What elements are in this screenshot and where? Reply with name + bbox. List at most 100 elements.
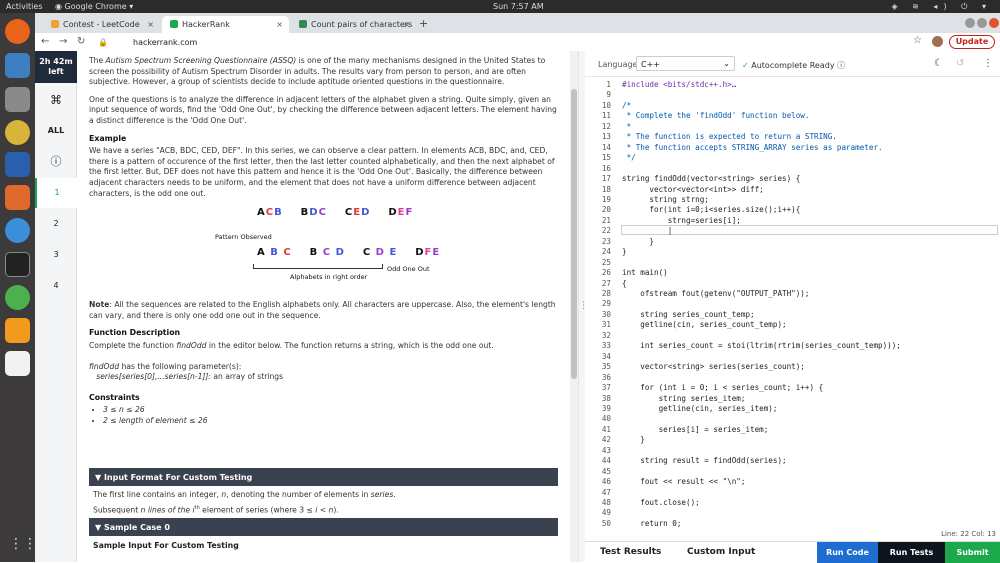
code-line[interactable]: getline(cin, series_item);: [622, 404, 778, 413]
code-line[interactable]: series[i] = series_item;: [622, 425, 769, 434]
tab-hackerrank[interactable]: HackerRank ×: [162, 16, 289, 33]
code-line[interactable]: int main(): [622, 268, 668, 277]
code-line[interactable]: string findOdd(vector<string> series) {: [622, 174, 800, 183]
code-line[interactable]: string series_item;: [622, 394, 746, 403]
code-line[interactable]: fout << result << "\n";: [622, 477, 745, 486]
line-number: 41: [601, 424, 611, 434]
code-line[interactable]: *: [622, 122, 632, 131]
close-window-icon[interactable]: [989, 18, 999, 28]
info-icon[interactable]: ⓘ: [837, 61, 845, 70]
line-number: 48: [601, 498, 611, 507]
line-number: 26: [601, 268, 611, 278]
text: ).: [333, 505, 339, 515]
tab-label: HackerRank: [182, 20, 230, 29]
leetcode-favicon-icon: [51, 20, 59, 28]
code-line[interactable]: for(int i=0;i<series.size();i++){: [622, 205, 800, 214]
code-line[interactable]: ofstream fout(getenv("OUTPUT_PATH"));: [622, 289, 809, 298]
libreoffice-draw-icon[interactable]: [5, 351, 30, 376]
code-line[interactable]: vector<string> series(series_count);: [622, 362, 805, 371]
code-line[interactable]: int series_count = stoi(ltrim(rtrim(seri…: [622, 341, 901, 350]
line-number: 43: [601, 445, 611, 455]
code-line[interactable]: */: [622, 153, 636, 162]
shortcuts-icon[interactable]: ⌘: [35, 85, 77, 115]
minimize-icon[interactable]: [965, 18, 975, 28]
lock-icon[interactable]: 🔒: [98, 38, 108, 47]
address-bar[interactable]: hackerrank.com: [133, 38, 197, 47]
pane-splitter[interactable]: ⋮: [578, 51, 588, 562]
run-tests-button[interactable]: Run Tests: [878, 542, 945, 563]
app-menu[interactable]: ◉ Google Chrome ▾: [55, 2, 133, 11]
firefox-icon[interactable]: [5, 19, 30, 44]
code-line[interactable]: strng=series[i];: [622, 216, 741, 225]
code-line[interactable]: * Complete the 'findOdd' function below.: [622, 111, 810, 120]
system-tray[interactable]: ◈ ≋ ◂) ⏻ ▾: [891, 2, 992, 12]
submit-button[interactable]: Submit: [945, 542, 1000, 563]
question-nav-1[interactable]: 1: [35, 178, 77, 208]
maximize-icon[interactable]: [977, 18, 987, 28]
line-number: 15: [601, 153, 611, 163]
code-line[interactable]: fout.close();: [622, 498, 699, 507]
close-icon[interactable]: ×: [147, 20, 154, 29]
show-apps-icon[interactable]: ⋮⋮⋮: [9, 536, 51, 552]
code-line[interactable]: }: [622, 435, 645, 444]
chrome-icon[interactable]: [5, 285, 30, 310]
reset-code-icon[interactable]: ↺: [956, 58, 964, 69]
help-icon[interactable]: [5, 218, 30, 243]
code-line[interactable]: /*: [622, 101, 631, 110]
question-paragraph: One of the questions is to analyze the d…: [89, 94, 557, 125]
sample-case-toggle[interactable]: ▼ Sample Case 0: [89, 518, 558, 536]
tab-count-pairs[interactable]: Count pairs of characters ×: [291, 16, 416, 33]
close-icon[interactable]: ×: [276, 20, 283, 29]
problem-scrollbar[interactable]: [570, 51, 578, 562]
update-button[interactable]: Update: [949, 35, 995, 49]
forward-icon[interactable]: →: [59, 36, 67, 47]
close-icon[interactable]: ×: [403, 20, 410, 29]
software-center-icon[interactable]: [5, 185, 30, 210]
info-icon[interactable]: ⓘ: [35, 147, 77, 177]
question-nav-4[interactable]: 4: [35, 271, 77, 301]
question-nav-2[interactable]: 2: [35, 209, 77, 239]
rhythmbox-icon[interactable]: [5, 120, 30, 145]
text: .: [393, 490, 396, 499]
terminal-icon[interactable]: [5, 252, 30, 277]
run-code-button[interactable]: Run Code: [817, 542, 878, 563]
profile-avatar[interactable]: [932, 36, 943, 47]
writer-icon[interactable]: [5, 152, 30, 177]
code-line[interactable]: }: [622, 247, 627, 256]
autocomplete-status[interactable]: ✓ Autocomplete Ready ⓘ: [742, 60, 845, 71]
code-line[interactable]: for (int i = 0; i < series_count; i++) {: [622, 383, 823, 392]
new-tab-button[interactable]: +: [419, 17, 428, 30]
back-icon[interactable]: ←: [41, 36, 49, 47]
code-line[interactable]: }: [622, 237, 654, 246]
files-icon[interactable]: [5, 87, 30, 112]
scrollbar-thumb[interactable]: [571, 89, 577, 379]
code-line[interactable]: string result = findOdd(series);: [622, 456, 786, 465]
tab-leetcode[interactable]: Contest - LeetCode ×: [43, 16, 160, 33]
theme-toggle-icon[interactable]: ☾: [934, 58, 943, 69]
code-line[interactable]: string series_count_temp;: [622, 310, 754, 319]
code-line[interactable]: * The function accepts STRING_ARRAY seri…: [622, 143, 883, 152]
clock[interactable]: Sun 7:57 AM: [493, 2, 544, 11]
language-select[interactable]: C++ ⌄: [636, 56, 735, 71]
input-format-toggle[interactable]: ▼ Input Format For Custom Testing: [89, 468, 558, 486]
bookmark-star-icon[interactable]: ☆: [913, 35, 922, 46]
code-line[interactable]: |: [622, 226, 673, 235]
question-nav-3[interactable]: 3: [35, 240, 77, 270]
question-nav-all[interactable]: ALL: [35, 116, 77, 146]
reload-icon[interactable]: ↻: [77, 36, 85, 47]
mail-icon[interactable]: [5, 53, 30, 78]
tab-test-results[interactable]: Test Results: [600, 547, 661, 557]
code-line[interactable]: vector<vector<int>> diff;: [622, 185, 763, 194]
app-name: Google Chrome: [64, 2, 127, 11]
code-line[interactable]: return 0;: [622, 519, 681, 528]
sublime-text-icon[interactable]: [5, 318, 30, 343]
code-area[interactable]: 1 #include <bits/stdc++.h>… 9 10 /* 11 * Comp…: [585, 78, 1000, 528]
code-line[interactable]: #include <bits/stdc++.h>…: [622, 80, 736, 89]
code-line[interactable]: {: [622, 279, 627, 288]
settings-menu-icon[interactable]: ⋮: [983, 58, 993, 69]
tab-custom-input[interactable]: Custom Input: [687, 547, 755, 557]
code-line[interactable]: * The function is expected to return a S…: [622, 132, 837, 141]
activities-button[interactable]: Activities: [6, 2, 43, 11]
code-line[interactable]: getline(cin, series_count_temp);: [622, 320, 786, 329]
code-line[interactable]: string strng;: [622, 195, 708, 204]
